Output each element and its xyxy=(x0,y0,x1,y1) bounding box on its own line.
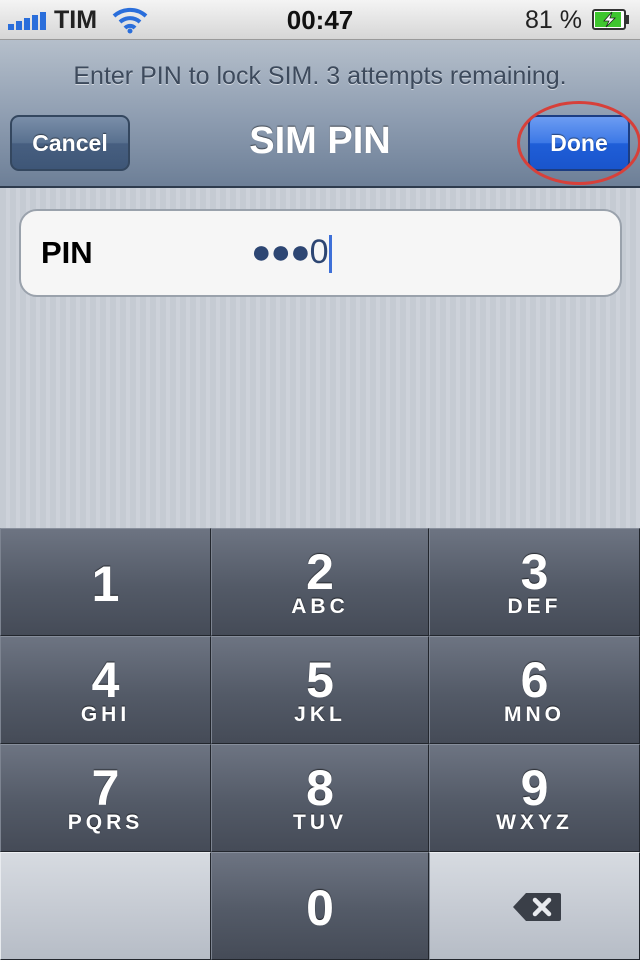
key-digit: 2 xyxy=(306,544,334,600)
key-digit: 0 xyxy=(306,880,334,936)
navigation-bar: Enter PIN to lock SIM. 3 attempts remain… xyxy=(0,40,640,188)
pin-value: ●●●0 xyxy=(251,233,329,271)
backspace-icon xyxy=(513,893,561,921)
key-letters: MNO xyxy=(504,703,565,726)
key-digit: 1 xyxy=(91,556,120,612)
battery-percent: 81 % xyxy=(525,6,582,34)
key-0[interactable]: 0 xyxy=(211,852,429,960)
key-4[interactable]: 4 GHI xyxy=(0,636,211,744)
key-8[interactable]: 8 TUV xyxy=(211,744,429,852)
key-letters: PQRS xyxy=(67,811,144,834)
key-letters: GHI xyxy=(80,703,131,726)
content-area: PIN ●●●0 xyxy=(0,188,640,528)
key-6[interactable]: 6 MNO xyxy=(429,636,640,744)
key-letters: WXYZ xyxy=(496,811,573,834)
blank-key xyxy=(0,852,211,960)
key-digit: 5 xyxy=(306,652,334,708)
key-letters: DEF xyxy=(507,595,562,618)
pin-field[interactable]: PIN ●●●0 xyxy=(19,209,622,297)
key-letters: JKL xyxy=(294,703,346,726)
numeric-keypad: 1 2 ABC 3 DEF 4 GHI 5 JKL 6 MNO 7 PQRS 8… xyxy=(0,528,640,960)
key-1[interactable]: 1 xyxy=(0,528,211,636)
key-digit: 6 xyxy=(520,652,549,708)
key-digit: 7 xyxy=(91,760,120,816)
pin-prompt: Enter PIN to lock SIM. 3 attempts remain… xyxy=(73,62,567,90)
key-5[interactable]: 5 JKL xyxy=(211,636,429,744)
key-9[interactable]: 9 WXYZ xyxy=(429,744,640,852)
key-digit: 8 xyxy=(306,760,334,816)
battery-charging-icon xyxy=(592,9,629,30)
key-2[interactable]: 2 ABC xyxy=(211,528,429,636)
key-7[interactable]: 7 PQRS xyxy=(0,744,211,852)
highlight-ring xyxy=(517,101,640,185)
key-letters: ABC xyxy=(291,595,349,618)
key-digit: 4 xyxy=(91,652,120,708)
key-digit: 9 xyxy=(520,760,549,816)
delete-key[interactable] xyxy=(429,852,640,960)
pin-input[interactable]: ●●●0 xyxy=(251,233,332,274)
pin-label: PIN xyxy=(41,235,93,270)
key-3[interactable]: 3 DEF xyxy=(429,528,640,636)
status-bar: TIM 00:47 81 % xyxy=(0,0,640,40)
text-cursor xyxy=(328,235,332,274)
key-digit: 3 xyxy=(520,544,549,600)
key-letters: TUV xyxy=(293,811,347,834)
